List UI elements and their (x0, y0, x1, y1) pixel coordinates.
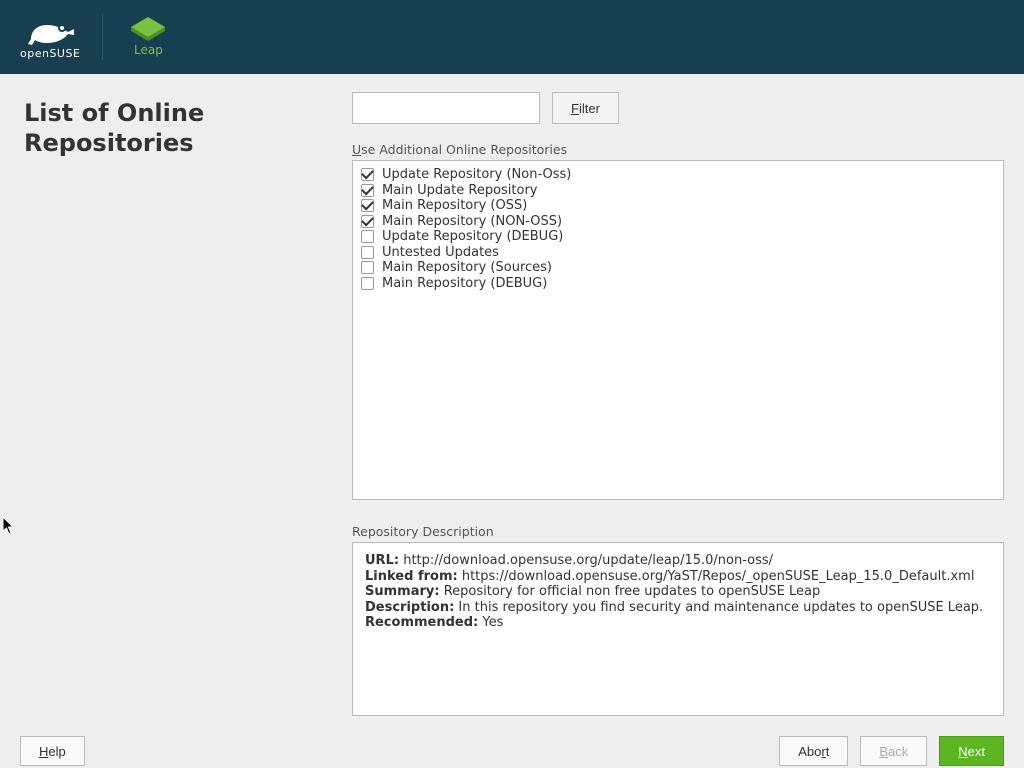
recommended-label: Recommended: (365, 615, 478, 630)
repo-checkbox[interactable] (361, 184, 374, 197)
repo-list-label-mnemonic: U (352, 142, 361, 157)
summary-value: Repository for official non free updates… (444, 584, 821, 599)
nav-buttons: Abort Back Next (779, 736, 1004, 766)
abort-pre: Abo (798, 744, 821, 759)
repo-description: URL: http://download.opensuse.org/update… (352, 542, 1004, 716)
repo-checkbox[interactable] (361, 261, 374, 274)
repo-item-label: Untested Updates (382, 245, 499, 261)
repo-item-label: Update Repository (Non-Oss) (382, 167, 571, 183)
repo-item[interactable]: Update Repository (Non-Oss) (357, 167, 999, 183)
repo-item[interactable]: Update Repository (DEBUG) (357, 229, 999, 245)
repo-checkbox[interactable] (361, 246, 374, 259)
repo-item-label: Main Update Repository (382, 183, 538, 199)
linked-from-label: Linked from: (365, 569, 458, 584)
url-label: URL: (365, 553, 399, 568)
help-button[interactable]: Help (20, 736, 85, 766)
summary-label: Summary: (365, 584, 440, 599)
back-mnemonic: B (879, 744, 888, 759)
repo-item[interactable]: Main Update Repository (357, 183, 999, 199)
filter-row: Filter (352, 92, 1004, 124)
recommended-value: Yes (482, 615, 503, 630)
repo-item-label: Main Repository (NON-OSS) (382, 214, 562, 230)
logo-opensuse: openSUSE (20, 15, 80, 60)
left-panel: List of Online Repositories (0, 74, 352, 724)
app-header: openSUSE Leap (0, 0, 1024, 74)
abort-post: t (826, 744, 830, 759)
chameleon-icon (21, 15, 79, 49)
description-label: Description: (365, 600, 454, 615)
url-value: http://download.opensuse.org/update/leap… (403, 553, 773, 568)
repo-checkbox[interactable] (361, 230, 374, 243)
repo-checkbox[interactable] (361, 215, 374, 228)
help-rest: elp (48, 744, 65, 759)
filter-input[interactable] (352, 92, 540, 124)
next-button[interactable]: Next (939, 736, 1004, 766)
repo-item[interactable]: Main Repository (Sources) (357, 260, 999, 276)
help-mnemonic: H (39, 744, 48, 759)
description-value: In this repository you find security and… (458, 600, 983, 615)
filter-button-mnemonic: F (571, 101, 579, 116)
repo-list-label: Use Additional Online Repositories (352, 142, 1004, 157)
back-rest: ack (888, 744, 908, 759)
repo-description-label: Repository Description (352, 524, 1004, 539)
repo-checkbox[interactable] (361, 199, 374, 212)
repo-item[interactable]: Main Repository (NON-OSS) (357, 214, 999, 230)
repo-list-label-rest: se Additional Online Repositories (361, 142, 567, 157)
filter-button-rest: ilter (579, 101, 600, 116)
header-divider (102, 14, 103, 60)
repo-item-label: Main Repository (DEBUG) (382, 276, 547, 292)
product-text: Leap (134, 43, 163, 57)
main-panel: Filter Use Additional Online Repositorie… (352, 74, 1024, 724)
linked-from-value: https://download.opensuse.org/YaST/Repos… (462, 569, 975, 584)
repo-item[interactable]: Untested Updates (357, 245, 999, 261)
logo-leap: Leap (131, 17, 165, 57)
repo-checkbox[interactable] (361, 168, 374, 181)
repo-item[interactable]: Main Repository (OSS) (357, 198, 999, 214)
next-mnemonic: N (958, 744, 967, 759)
page-title: List of Online Repositories (24, 98, 342, 158)
back-button: Back (860, 736, 927, 766)
repo-list[interactable]: Update Repository (Non-Oss)Main Update R… (352, 160, 1004, 500)
leap-icon (131, 17, 165, 41)
footer: Help Abort Back Next (0, 724, 1024, 768)
next-rest: ext (968, 744, 985, 759)
abort-button[interactable]: Abort (779, 736, 848, 766)
repo-item-label: Main Repository (OSS) (382, 198, 527, 214)
filter-button[interactable]: Filter (552, 92, 619, 124)
repo-checkbox[interactable] (361, 277, 374, 290)
repo-item[interactable]: Main Repository (DEBUG) (357, 276, 999, 292)
brand-text: openSUSE (20, 47, 80, 60)
repo-item-label: Main Repository (Sources) (382, 260, 552, 276)
repo-item-label: Update Repository (DEBUG) (382, 229, 563, 245)
